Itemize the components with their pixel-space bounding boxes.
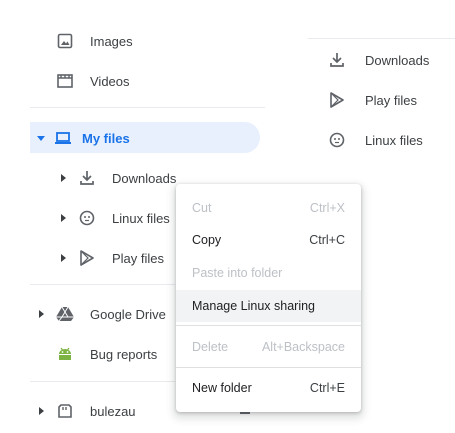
menu-item-paste-into-folder[interactable]: Paste into folder [176, 257, 361, 289]
sidebar-item-bug-reports[interactable]: Bug reports [56, 340, 157, 368]
menu-item-delete[interactable]: Delete Alt+Backspace [176, 331, 361, 363]
file-list-item[interactable]: Downloads [328, 46, 429, 74]
sidebar-item-images[interactable]: Images [56, 27, 133, 55]
menu-item-shortcut: Ctrl+E [309, 381, 345, 395]
image-icon [56, 32, 74, 50]
menu-item-label: Paste into folder [192, 266, 283, 280]
download-icon [328, 51, 346, 69]
menu-item-label: New folder [192, 381, 252, 395]
divider [30, 284, 175, 285]
menu-item-cut[interactable]: Cut Ctrl+X [176, 192, 361, 224]
sidebar-item-videos[interactable]: Videos [56, 67, 130, 95]
menu-item-label: Manage Linux sharing [192, 299, 315, 313]
menu-separator [176, 367, 361, 368]
divider [30, 107, 265, 108]
file-name: Downloads [365, 52, 430, 68]
menu-item-shortcut: Ctrl+X [309, 201, 345, 215]
sidebar-item-label: Images [90, 33, 133, 49]
file-name: Play files [365, 92, 418, 108]
expand-right-icon[interactable] [58, 253, 68, 263]
menu-item-new-folder[interactable]: New folder Ctrl+E [176, 372, 361, 404]
expand-right-icon[interactable] [36, 309, 46, 319]
sidebar-item-bulezau[interactable]: bulezau [36, 397, 136, 425]
sidebar-item-label: Google Drive [90, 306, 166, 322]
menu-item-copy[interactable]: Copy Ctrl+C [176, 224, 361, 256]
menu-separator [176, 325, 361, 326]
divider [30, 381, 175, 382]
sidebar-item-play-files[interactable]: Play files [58, 244, 164, 272]
sidebar-item-label: bulezau [90, 403, 136, 419]
sidebar-item-label: Videos [90, 73, 130, 89]
sidebar-item-label: Linux files [112, 210, 170, 226]
menu-item-label: Cut [192, 201, 212, 215]
file-name: Linux files [365, 132, 423, 148]
video-icon [56, 72, 74, 90]
expand-right-icon[interactable] [36, 406, 46, 416]
download-icon [78, 169, 96, 187]
sidebar-item-label: Play files [112, 250, 165, 266]
divider [308, 38, 455, 39]
sidebar-item-linux-files[interactable]: Linux files [58, 204, 170, 232]
menu-item-label: Copy [192, 233, 222, 247]
sidebar-item-label: Bug reports [90, 346, 158, 362]
context-menu: Cut Ctrl+X Copy Ctrl+C Paste into folder… [176, 184, 361, 412]
sidebar-item-label: Downloads [112, 170, 177, 186]
android-icon [56, 345, 74, 363]
expand-down-icon[interactable] [36, 133, 46, 143]
menu-item-manage-linux-sharing[interactable]: Manage Linux sharing [176, 290, 361, 322]
sidebar-item-downloads[interactable]: Downloads [58, 164, 176, 192]
linux-icon [328, 131, 346, 149]
drive-icon [56, 305, 74, 323]
file-list-item[interactable]: Linux files [328, 126, 423, 154]
menu-item-shortcut: Ctrl+C [309, 233, 345, 247]
menu-item-label: Delete [192, 340, 229, 354]
linux-icon [78, 209, 96, 227]
sidebar-item-label: My files [82, 130, 130, 146]
play-store-icon [78, 249, 96, 267]
file-list-item[interactable]: Play files [328, 86, 417, 114]
expand-right-icon[interactable] [58, 173, 68, 183]
expand-right-icon[interactable] [58, 213, 68, 223]
play-store-icon [328, 91, 346, 109]
usb-drive-icon [56, 402, 74, 420]
laptop-icon [54, 129, 72, 147]
sidebar-item-my-files[interactable]: My files [36, 124, 130, 152]
menu-item-shortcut: Alt+Backspace [261, 340, 345, 354]
sidebar-item-google-drive[interactable]: Google Drive [36, 300, 166, 328]
